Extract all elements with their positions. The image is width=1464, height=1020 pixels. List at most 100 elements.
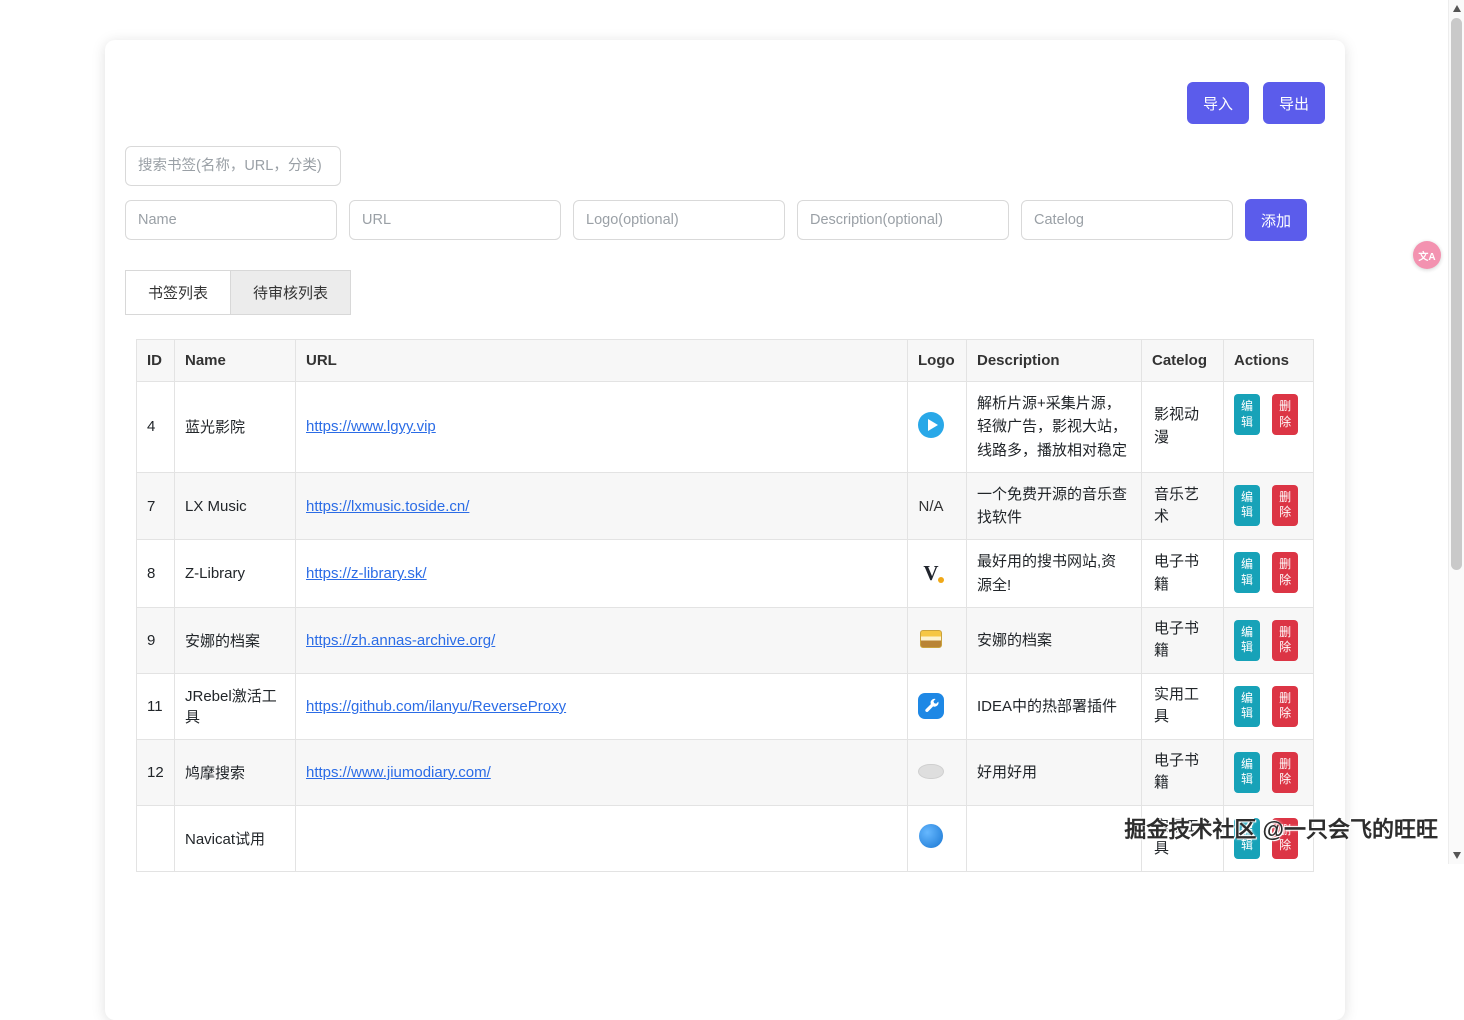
cell-url: https://github.com/ilanyu/ReverseProxy [296, 673, 908, 739]
tab-bookmark-list[interactable]: 书签列表 [125, 270, 231, 315]
logo [918, 762, 944, 782]
tab-pending-list[interactable]: 待审核列表 [230, 270, 351, 315]
cell-name: 蓝光影院 [175, 382, 296, 473]
edit-button[interactable]: 编辑 [1234, 394, 1260, 435]
toolbar: 导入 导出 [125, 40, 1325, 124]
delete-button[interactable]: 删除 [1272, 620, 1298, 661]
cell-description: 好用好用 [967, 739, 1142, 805]
cell-actions: 编辑 删除 [1224, 739, 1314, 805]
edit-button[interactable]: 编辑 [1234, 485, 1260, 526]
catelog-field[interactable] [1021, 200, 1233, 240]
cell-description: 最好用的搜书网站,资源全! [967, 540, 1142, 608]
cell-id: 9 [137, 607, 175, 673]
edit-button[interactable]: 编辑 [1234, 752, 1260, 793]
delete-button[interactable]: 删除 [1272, 818, 1298, 859]
bookmark-link[interactable]: https://lxmusic.toside.cn/ [306, 498, 469, 515]
bookmark-link[interactable]: https://www.lgyy.vip [306, 418, 436, 435]
delete-button[interactable]: 删除 [1272, 394, 1298, 435]
bookmark-link[interactable]: https://zh.annas-archive.org/ [306, 632, 495, 649]
logo-field[interactable] [573, 200, 785, 240]
cell-catelog: 电子书籍 [1142, 607, 1224, 673]
cell-url: https://www.jiumodiary.com/ [296, 739, 908, 805]
cell-description: IDEA中的热部署插件 [967, 673, 1142, 739]
table-row: 12 鸠摩搜索 https://www.jiumodiary.com/ 好用好用… [137, 739, 1314, 805]
header-id: ID [137, 340, 175, 382]
url-field[interactable] [349, 200, 561, 240]
edit-button[interactable]: 编辑 [1234, 552, 1260, 593]
bookmark-link[interactable]: https://github.com/ilanyu/ReverseProxy [306, 698, 566, 715]
bookmark-link[interactable]: https://z-library.sk/ [306, 565, 427, 582]
cell-actions: 编辑 删除 [1224, 607, 1314, 673]
logo [918, 824, 944, 848]
cell-catelog: 实用工具 [1142, 673, 1224, 739]
navicat-icon [919, 824, 943, 848]
cell-id: 11 [137, 673, 175, 739]
delete-button[interactable]: 删除 [1272, 752, 1298, 793]
delete-button[interactable]: 删除 [1272, 485, 1298, 526]
cell-actions: 编辑 删除 [1224, 805, 1314, 871]
cell-id: 4 [137, 382, 175, 473]
search-input[interactable] [125, 146, 341, 186]
cell-id: 7 [137, 472, 175, 540]
cell-description: 安娜的档案 [967, 607, 1142, 673]
jiumo-logo-icon [918, 764, 944, 779]
cell-logo: V [908, 540, 967, 608]
export-button[interactable]: 导出 [1263, 82, 1325, 124]
header-description: Description [967, 340, 1142, 382]
zlibrary-icon: V [923, 563, 938, 584]
add-bookmark-form: 添加 [125, 199, 1325, 241]
logo: N/A [918, 496, 944, 516]
cell-actions: 编辑 删除 [1224, 540, 1314, 608]
cell-id: 12 [137, 739, 175, 805]
scrollbar-thumb[interactable] [1451, 18, 1462, 570]
header-name: Name [175, 340, 296, 382]
cell-name: JRebel激活工具 [175, 673, 296, 739]
cell-actions: 编辑 删除 [1224, 382, 1314, 473]
bookmark-table: ID Name URL Logo Description Catelog Act… [136, 339, 1314, 872]
cell-catelog: 电子书籍 [1142, 540, 1224, 608]
table-header: ID Name URL Logo Description Catelog Act… [137, 340, 1314, 382]
edit-button[interactable]: 编辑 [1234, 620, 1260, 661]
table-row: 7 LX Music https://lxmusic.toside.cn/ N/… [137, 472, 1314, 540]
bookmark-link[interactable]: https://www.jiumodiary.com/ [306, 764, 491, 781]
cell-description [967, 805, 1142, 871]
cell-logo [908, 805, 967, 871]
cell-name: 安娜的档案 [175, 607, 296, 673]
cell-logo [908, 673, 967, 739]
name-field[interactable] [125, 200, 337, 240]
cell-id [137, 805, 175, 871]
add-button[interactable]: 添加 [1245, 199, 1307, 241]
edit-button[interactable]: 编辑 [1234, 818, 1260, 859]
cell-logo [908, 382, 967, 473]
table-row: 11 JRebel激活工具 https://github.com/ilanyu/… [137, 673, 1314, 739]
cell-name: LX Music [175, 472, 296, 540]
header-logo: Logo [908, 340, 967, 382]
cell-id: 8 [137, 540, 175, 608]
scrollbar-down-arrow-icon[interactable] [1453, 852, 1461, 859]
table-row: 8 Z-Library https://z-library.sk/ V 最好用的… [137, 540, 1314, 608]
cell-catelog: 音乐艺术 [1142, 472, 1224, 540]
cell-url: https://zh.annas-archive.org/ [296, 607, 908, 673]
cell-actions: 编辑 删除 [1224, 673, 1314, 739]
cell-actions: 编辑 删除 [1224, 472, 1314, 540]
translate-float-button[interactable]: 文A [1413, 241, 1441, 269]
cell-logo [908, 739, 967, 805]
logo [918, 629, 944, 649]
edit-button[interactable]: 编辑 [1234, 686, 1260, 727]
bookmark-table-body: 4 蓝光影院 https://www.lgyy.vip 解析片源+采集片源，轻微… [137, 382, 1314, 872]
description-field[interactable] [797, 200, 1009, 240]
logo [918, 412, 944, 438]
annas-archive-icon [920, 630, 942, 648]
header-actions: Actions [1224, 340, 1314, 382]
delete-button[interactable]: 删除 [1272, 552, 1298, 593]
cell-logo: N/A [908, 472, 967, 540]
header-url: URL [296, 340, 908, 382]
delete-button[interactable]: 删除 [1272, 686, 1298, 727]
page-scrollbar[interactable] [1448, 0, 1464, 864]
cell-name: Z-Library [175, 540, 296, 608]
cell-description: 解析片源+采集片源，轻微广告，影视大站，线路多，播放相对稳定 [967, 382, 1142, 473]
cell-name: Navicat试用 [175, 805, 296, 871]
scrollbar-up-arrow-icon[interactable] [1453, 5, 1461, 12]
cell-url: https://z-library.sk/ [296, 540, 908, 608]
import-button[interactable]: 导入 [1187, 82, 1249, 124]
